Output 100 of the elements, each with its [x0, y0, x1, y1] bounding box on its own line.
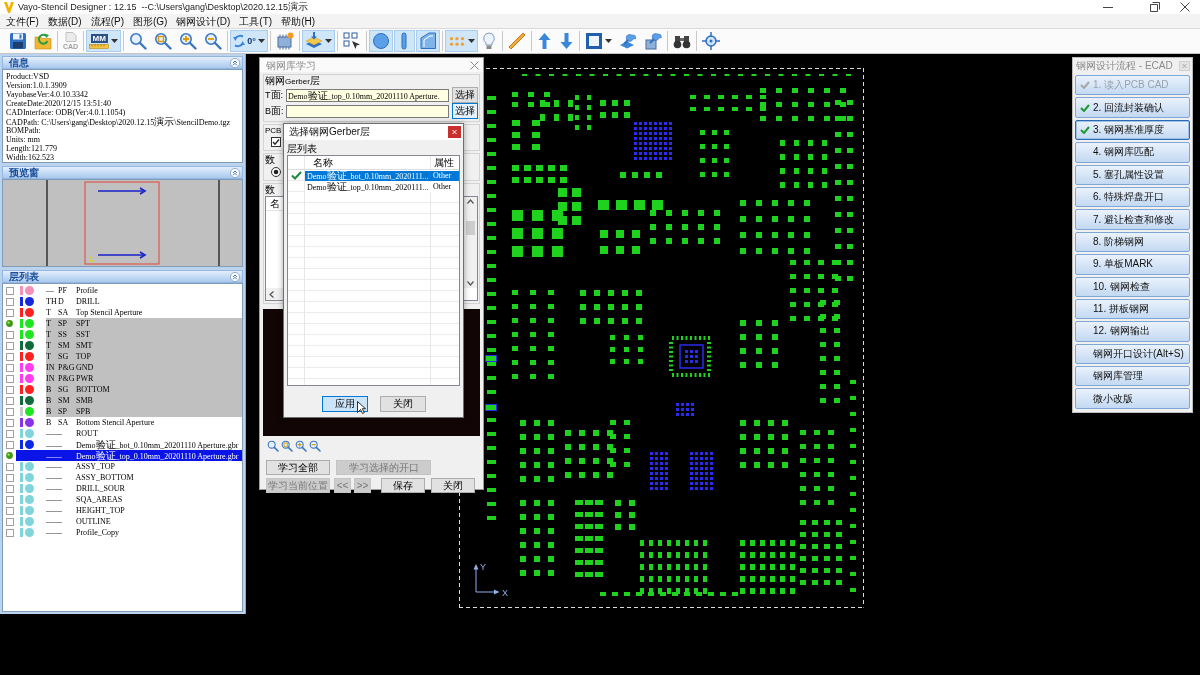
layer-type-label: SM — [58, 340, 71, 351]
radio-button[interactable] — [271, 167, 281, 177]
close-icon[interactable] — [1180, 2, 1190, 12]
workflow-step-button[interactable]: 10. 钢网检查 — [1075, 276, 1190, 297]
zoom-in-icon[interactable] — [295, 439, 307, 452]
caret-icon — [111, 39, 119, 43]
menu-item[interactable]: 文件(F) — [3, 14, 42, 28]
checkbox[interactable] — [5, 418, 14, 427]
list-row[interactable]: Demo验证_top_0.10mm_2020111... Other — [305, 181, 459, 192]
menu-item[interactable]: 流程(P) — [87, 14, 127, 28]
workflow-step-button[interactable]: 12. 钢网输出 — [1075, 321, 1190, 342]
checkbox[interactable] — [5, 330, 14, 339]
checkbox[interactable] — [5, 473, 14, 482]
checkbox[interactable] — [5, 528, 14, 537]
checkbox[interactable] — [5, 506, 14, 515]
checkbox[interactable] — [5, 341, 14, 350]
group-title: 数 — [265, 184, 275, 196]
workflow-step-button[interactable]: 5. 塞孔属性设置 — [1075, 164, 1190, 185]
checkbox[interactable] — [5, 462, 14, 471]
menu-item[interactable]: 图形(G) — [130, 14, 171, 28]
layer-row[interactable]: TH D DRILL — [16, 296, 242, 307]
zoom-fit-icon[interactable] — [281, 439, 293, 452]
checkbox[interactable] — [5, 352, 14, 361]
layer-row[interactable]: —— ASSY_BOTTOM — [16, 472, 242, 483]
layer-row[interactable]: —— Demo验证_bot_0.10mm_20201110 Aperture.gbr — [16, 439, 242, 450]
checkbox[interactable] — [5, 429, 14, 438]
select-button[interactable]: 选择 — [452, 87, 478, 103]
units-button[interactable]: MM — [86, 30, 122, 52]
menu-item[interactable]: 数据(D) — [44, 14, 85, 28]
checkbox[interactable] — [5, 308, 14, 317]
layer-row[interactable]: —— Profile_Copy — [16, 527, 242, 538]
layer-row[interactable]: —— Demo验证_top_0.10mm_20201110 Aperture.gbr — [16, 450, 242, 461]
scroll-up-icon[interactable] — [467, 199, 474, 204]
checkbox[interactable] — [5, 407, 14, 416]
workflow-step-button[interactable]: 钢网开口设计(Alt+S) — [1075, 343, 1190, 365]
layer-row[interactable]: — PF Profile — [16, 285, 242, 296]
dialog-button[interactable]: 保存 — [381, 478, 425, 493]
checkbox[interactable] — [5, 484, 14, 493]
collapse-icon[interactable] — [230, 167, 240, 178]
layer-row[interactable]: B SA Bottom Stencil Aperture — [16, 417, 242, 428]
list-row[interactable]: Demo验证_bot_0.10mm_2020111... Other — [305, 170, 459, 181]
collapse-icon[interactable] — [230, 57, 240, 68]
checkbox[interactable] — [5, 297, 14, 306]
workflow-step-button[interactable]: 2. 回流封装确认 — [1075, 97, 1190, 118]
dialog-button[interactable]: 关闭 — [431, 478, 475, 493]
column-header[interactable]: 名称 — [305, 156, 431, 169]
layer-row[interactable]: —— HEIGHT_TOP — [16, 505, 242, 516]
checkbox[interactable] — [5, 286, 14, 295]
bar-button[interactable] — [393, 30, 415, 52]
workflow-step-button[interactable]: 11. 拼板钢网 — [1075, 298, 1190, 320]
circle-button[interactable] — [368, 30, 393, 52]
column-header[interactable]: 属性 — [431, 156, 459, 169]
workflow-step-button[interactable]: 7. 避让检查和修改 — [1075, 209, 1190, 230]
dialog-button[interactable]: 学习全部 — [266, 460, 330, 475]
zoom-out-icon[interactable] — [309, 439, 321, 452]
checkbox[interactable] — [5, 385, 14, 394]
collapse-icon[interactable] — [230, 271, 240, 282]
status-dot-icon[interactable] — [6, 320, 13, 327]
workflow-step-button[interactable]: 8. 阶梯钢网 — [1075, 231, 1190, 253]
shape-button[interactable] — [415, 30, 440, 52]
layer-row[interactable]: —— ROUT — [16, 428, 242, 439]
checkbox[interactable] — [5, 495, 14, 504]
select-button[interactable]: 选择 — [452, 103, 478, 119]
checkbox[interactable] — [5, 517, 14, 526]
menu-item[interactable]: 工具(T) — [236, 14, 276, 28]
menu-item[interactable]: 钢网设计(D) — [173, 14, 234, 28]
workflow-step-button[interactable]: 3. 钢网基准厚度 — [1075, 119, 1190, 141]
workflow-step-button[interactable]: 4. 钢网库匹配 — [1075, 142, 1190, 163]
layer-row[interactable]: T SA Top Stencil Aperture — [16, 307, 242, 318]
checkbox[interactable] — [5, 363, 14, 372]
checkbox[interactable] — [271, 137, 281, 147]
vertical-scrollbar[interactable] — [464, 197, 477, 288]
layers-button[interactable] — [301, 30, 335, 52]
file-path-field[interactable]: Demo验证_top_0.10mm_20201110 Aperture. — [286, 88, 449, 102]
workflow-step-button[interactable]: 钢网库管理 — [1075, 366, 1190, 387]
status-dot-icon[interactable] — [6, 452, 13, 459]
checkbox[interactable] — [5, 440, 14, 449]
layer-row[interactable]: —— SQA_AREAS — [16, 494, 242, 505]
dialog-button[interactable]: 关闭 — [379, 396, 426, 412]
workflow-step-button[interactable]: 微小改版 — [1075, 388, 1190, 409]
workflow-step-button[interactable]: 6. 特殊焊盘开口 — [1075, 186, 1190, 208]
rotate-button[interactable]: 0° — [230, 30, 268, 52]
workflow-step-button[interactable]: 9. 单板MARK — [1075, 254, 1190, 275]
dialog-button[interactable]: 应用 — [321, 396, 368, 412]
scroll-down-icon[interactable] — [467, 281, 474, 286]
file-path-field[interactable] — [286, 104, 449, 118]
column-header[interactable]: 名 — [270, 197, 280, 210]
magnifier-icon[interactable] — [267, 439, 279, 452]
scroll-thumb[interactable] — [466, 220, 475, 235]
layer-row[interactable]: —— ASSY_TOP — [16, 461, 242, 472]
layer-row[interactable]: —— OUTLINE — [16, 516, 242, 527]
layer-row[interactable]: —— DRILL_SOUR — [16, 483, 242, 494]
scroll-left-icon[interactable] — [269, 290, 274, 298]
checkbox[interactable] — [5, 396, 14, 405]
layer-name: Top Stencil Aperture — [75, 308, 143, 317]
info-line: Units: mm — [6, 135, 41, 144]
pattern-button[interactable] — [444, 30, 478, 52]
menu-item[interactable]: 帮助(H) — [278, 14, 319, 28]
restore-icon[interactable] — [1150, 2, 1160, 12]
checkbox[interactable] — [5, 374, 14, 383]
